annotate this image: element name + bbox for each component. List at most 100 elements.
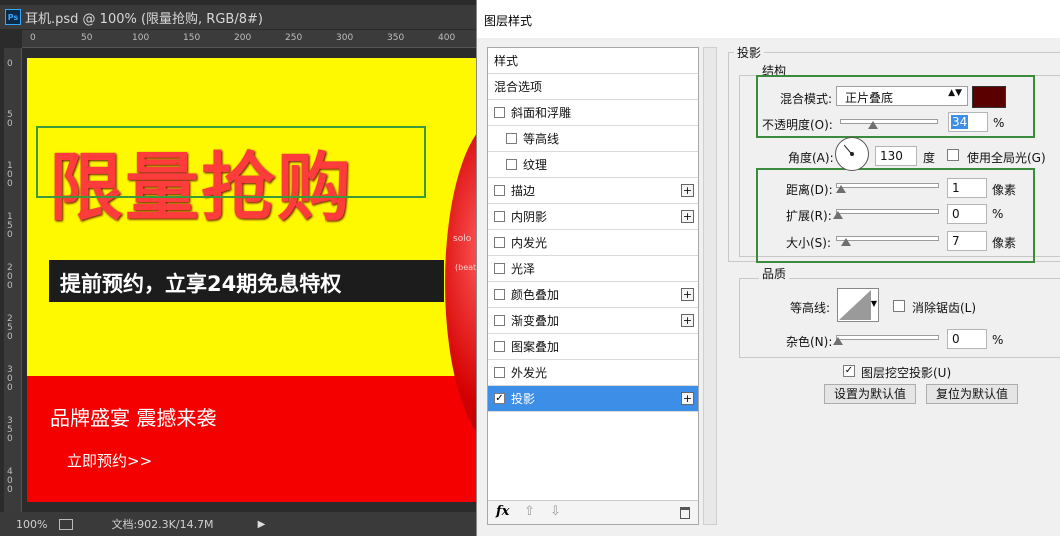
antialias-checkbox[interactable] [893, 300, 905, 312]
distance-slider[interactable] [836, 183, 939, 188]
style-checkbox[interactable] [494, 185, 505, 196]
knockout-checkbox[interactable]: ✓ [843, 365, 855, 377]
opacity-value: 34 [951, 115, 969, 129]
angle-dial-center [850, 152, 854, 156]
ruler-v-label: 4 0 0 [7, 467, 16, 495]
size-slider[interactable] [836, 236, 939, 241]
style-item[interactable]: 渐变叠加 + [488, 308, 698, 334]
spread-input[interactable]: 0 [947, 204, 987, 224]
style-checkbox[interactable] [494, 263, 505, 274]
angle-unit: 度 [923, 151, 936, 165]
style-item[interactable]: 混合选项 [488, 74, 698, 100]
angle-input[interactable]: 130 [875, 146, 917, 166]
ruler-v-label: 0 [7, 59, 13, 69]
style-item[interactable]: 图案叠加 [488, 334, 698, 360]
quality-legend: 品质 [759, 265, 790, 282]
product-model-text: solo [453, 234, 472, 244]
style-checkbox[interactable]: ✓ [494, 393, 505, 404]
angle-dial[interactable] [835, 137, 869, 171]
shadow-color-swatch[interactable] [972, 86, 1006, 108]
move-down-icon[interactable]: ⇩ [550, 504, 561, 519]
ruler-v-label: 1 5 0 [7, 212, 16, 240]
ruler-v-label: 5 0 [7, 110, 16, 129]
zoom-level[interactable]: 100% [16, 518, 47, 531]
fx-button[interactable]: fx [496, 504, 509, 519]
style-checkbox[interactable] [494, 289, 505, 300]
trash-icon[interactable] [680, 507, 690, 519]
spread-label: 扩展(R): [786, 209, 832, 223]
style-checkbox[interactable] [494, 367, 505, 378]
style-item[interactable]: 内阴影 + [488, 204, 698, 230]
document-tab[interactable]: Ps 耳机.psd @ 100% (限量抢购, RGB/8#) [0, 5, 476, 29]
style-checkbox[interactable] [494, 211, 505, 222]
contour-dropdown-icon: ▼ [870, 299, 877, 308]
add-style-instance-icon[interactable]: + [681, 288, 694, 301]
ruler-v-label: 2 5 0 [7, 314, 16, 342]
style-checkbox[interactable] [494, 315, 505, 326]
blend-mode-select[interactable]: 正片叠底 ▲▼ [836, 86, 968, 106]
opacity-input[interactable]: 34 [948, 112, 988, 132]
add-style-instance-icon[interactable]: + [681, 392, 694, 405]
set-default-button[interactable]: 设置为默认值 [824, 384, 916, 404]
size-slider-thumb[interactable] [841, 238, 851, 246]
contour-label: 等高线: [790, 301, 831, 315]
angle-label: 角度(A): [788, 151, 834, 165]
noise-slider-thumb[interactable] [833, 337, 843, 345]
style-item[interactable]: 等高线 [488, 126, 698, 152]
style-checkbox[interactable] [494, 107, 505, 118]
style-item[interactable]: ✓ 投影 + [488, 386, 698, 412]
noise-unit: % [992, 333, 1004, 347]
add-style-instance-icon[interactable]: + [681, 314, 694, 327]
noise-slider[interactable] [836, 335, 939, 340]
style-item[interactable]: 斜面和浮雕 [488, 100, 698, 126]
style-item[interactable]: 光泽 [488, 256, 698, 282]
export-icon[interactable] [59, 518, 74, 530]
ruler-h-label: 400 [438, 33, 456, 43]
ruler-v-label: 1 0 0 [7, 161, 16, 189]
ruler-v-label: 2 0 0 [7, 263, 16, 291]
spread-slider-thumb[interactable] [833, 211, 843, 219]
style-item-label: 样式 [494, 54, 519, 68]
style-item-label: 颜色叠加 [511, 288, 560, 302]
style-item-label: 纹理 [523, 158, 548, 172]
style-item[interactable]: 外发光 [488, 360, 698, 386]
style-checkbox[interactable] [506, 159, 517, 170]
distance-slider-thumb[interactable] [836, 185, 846, 193]
spread-slider[interactable] [836, 209, 939, 214]
style-item[interactable]: 内发光 [488, 230, 698, 256]
opacity-slider[interactable] [840, 119, 938, 124]
style-checkbox[interactable] [494, 341, 505, 352]
move-up-icon[interactable]: ⇧ [524, 504, 535, 519]
contour-curve-icon [839, 290, 871, 320]
reset-default-button[interactable]: 复位为默认值 [926, 384, 1018, 404]
ruler-h-label: 200 [234, 33, 252, 43]
style-item[interactable]: 纹理 [488, 152, 698, 178]
banner-cta: 立即预约>> [67, 452, 153, 470]
global-light-checkbox[interactable] [947, 149, 959, 161]
style-checkbox[interactable] [506, 133, 517, 144]
style-item[interactable]: 样式 [488, 48, 698, 74]
add-style-instance-icon[interactable]: + [681, 184, 694, 197]
size-input[interactable]: 7 [947, 231, 987, 251]
ruler-h-label: 0 [30, 33, 36, 43]
opacity-slider-thumb[interactable] [868, 121, 879, 129]
distance-input[interactable]: 1 [947, 178, 987, 198]
horizontal-ruler[interactable]: 050100150200250300350400450 [22, 30, 506, 48]
spread-unit: % [992, 207, 1004, 221]
noise-input[interactable]: 0 [947, 329, 987, 349]
status-menu-arrow-icon[interactable]: ▶ [258, 519, 266, 530]
style-checkbox[interactable] [494, 237, 505, 248]
style-item[interactable]: 描边 + [488, 178, 698, 204]
document-tab-title: 耳机.psd @ 100% (限量抢购, RGB/8#) [25, 11, 263, 27]
vertical-ruler[interactable]: 0 5 0 1 0 0 1 5 0 2 0 0 2 5 0 3 0 0 3 5 0 4 0 0 [4, 48, 22, 512]
style-item[interactable]: 颜色叠加 + [488, 282, 698, 308]
banner-red-background [27, 376, 476, 502]
antialias-label: 消除锯齿(L) [912, 301, 977, 315]
layer-style-dialog: 图层样式 样式 混合选项 斜面和浮雕 等高线 纹理 描边 + 内阴影 + 内发光 光泽 颜色叠加 + 渐变… [476, 0, 1060, 536]
opacity-label: 不透明度(O): [762, 118, 833, 132]
style-item-label: 等高线 [523, 132, 560, 146]
canvas[interactable]: solo (beats) 限量抢购 提前预约，立享24期免息特权 品牌盛宴 震撼… [27, 58, 476, 502]
styles-scrollbar[interactable] [703, 47, 717, 525]
contour-picker[interactable]: ▼ [837, 288, 879, 322]
add-style-instance-icon[interactable]: + [681, 210, 694, 223]
